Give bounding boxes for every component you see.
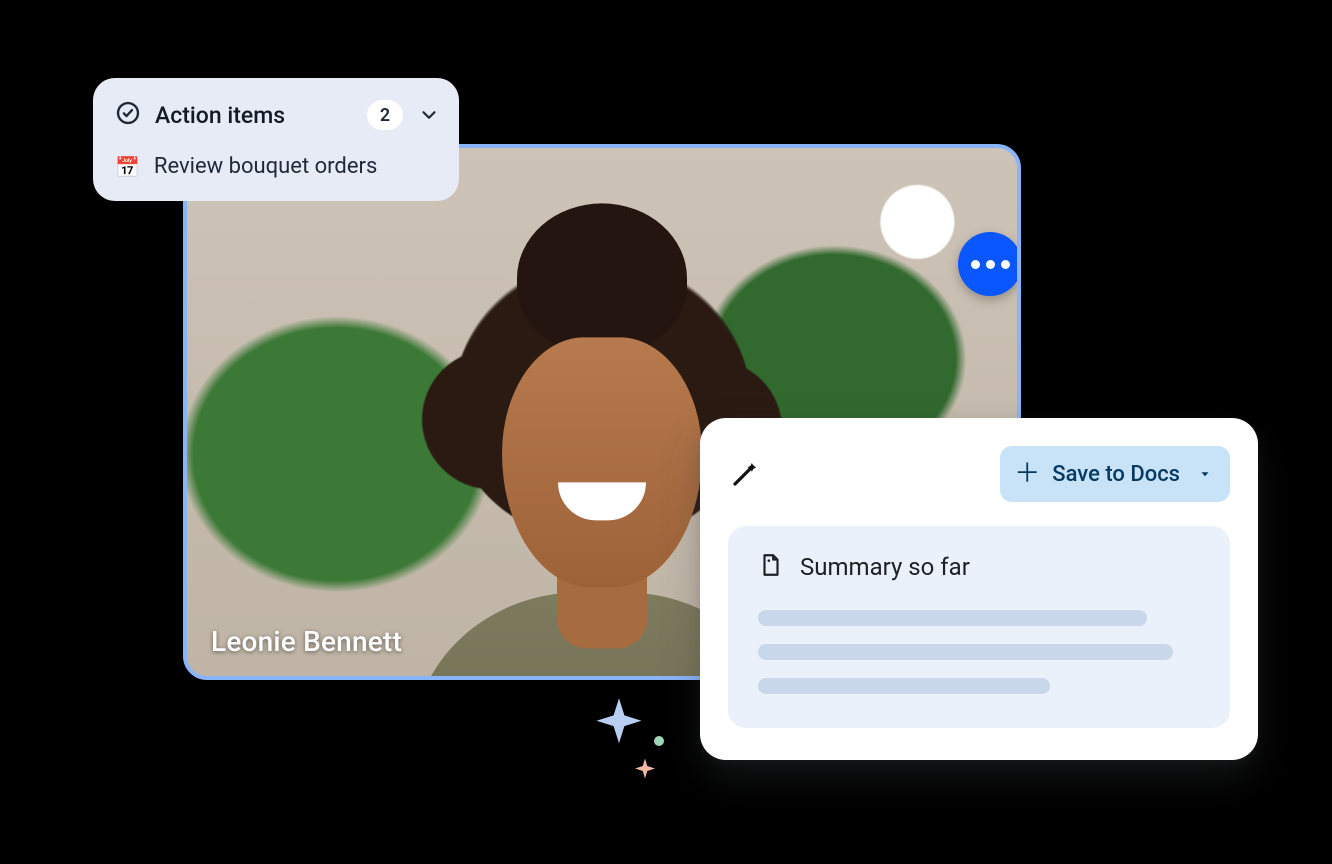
action-item-label: Review bouquet orders <box>154 154 377 179</box>
sparkle-icon <box>592 696 646 750</box>
magic-wand-icon <box>728 457 762 491</box>
summary-skeleton-line <box>758 644 1173 660</box>
check-circle-icon <box>115 100 141 130</box>
dropdown-caret-icon[interactable] <box>1198 462 1212 487</box>
summary-section-title: Summary so far <box>800 553 970 581</box>
action-items-header[interactable]: Action items 2 <box>93 92 459 146</box>
document-icon <box>758 552 784 582</box>
summary-card: ＋ Save to Docs Summary so far <box>700 418 1258 760</box>
calendar-icon: 📅 <box>115 157 140 177</box>
more-icon <box>971 260 980 269</box>
participant-name: Leonie Bennett <box>211 625 402 658</box>
summary-skeleton-line <box>758 610 1147 626</box>
action-items-card: Action items 2 📅 Review bouquet orders <box>93 78 459 201</box>
save-to-docs-label: Save to Docs <box>1052 462 1180 487</box>
sparkle-icon <box>630 756 660 786</box>
summary-body: Summary so far <box>728 526 1230 728</box>
action-items-count: 2 <box>367 100 403 130</box>
summary-skeleton-line <box>758 678 1050 694</box>
sparkle-dot <box>654 736 664 746</box>
action-items-title: Action items <box>155 102 353 129</box>
chevron-down-icon[interactable] <box>417 103 441 127</box>
save-to-docs-button[interactable]: ＋ Save to Docs <box>1000 446 1230 502</box>
plus-icon: ＋ <box>1014 461 1040 487</box>
more-options-button[interactable] <box>958 232 1021 296</box>
action-item[interactable]: 📅 Review bouquet orders <box>93 146 459 181</box>
